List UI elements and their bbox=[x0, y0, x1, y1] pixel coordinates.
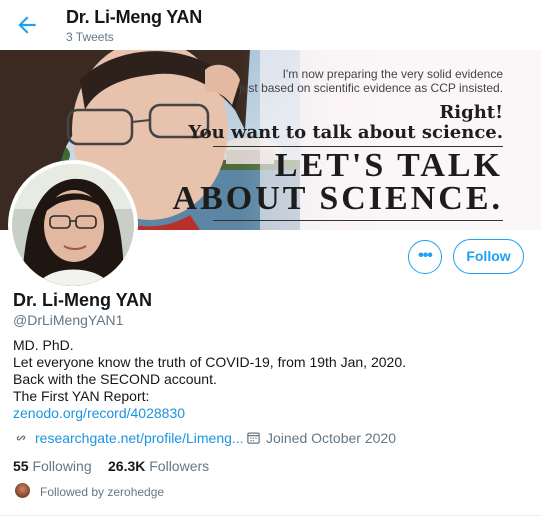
back-arrow-icon[interactable] bbox=[14, 12, 40, 38]
bio-link[interactable]: zenodo.org/record/4028830 bbox=[13, 405, 185, 421]
followed-by[interactable]: Followed by zerohedge bbox=[40, 485, 164, 499]
banner-text-line4: You want to talk about science. bbox=[188, 122, 503, 143]
joined-date: Joined October 2020 bbox=[266, 430, 396, 446]
tweet-count: 3 Tweets bbox=[66, 30, 114, 44]
banner-text-line1: I'm now preparing the very solid evidenc… bbox=[282, 67, 503, 81]
bio-line: The First YAN Report: bbox=[13, 388, 150, 404]
bio-line: Back with the SECOND account. bbox=[13, 371, 217, 387]
banner-text-line3: Right! bbox=[439, 102, 503, 123]
follower-avatar[interactable] bbox=[15, 483, 30, 498]
followers-count: 26.3K bbox=[108, 458, 146, 474]
followers-label: Followers bbox=[149, 458, 210, 474]
banner-text-line2: just based on scientific evidence as CCP… bbox=[239, 81, 503, 95]
website-link[interactable]: researchgate.net/profile/Limeng... bbox=[35, 430, 244, 446]
profile-name: Dr. Li-Meng YAN bbox=[13, 290, 153, 310]
followers-link[interactable]: 26.3K Followers bbox=[108, 458, 209, 474]
follow-button[interactable]: Follow bbox=[453, 239, 524, 274]
calendar-icon bbox=[246, 430, 261, 446]
banner-text-line6: ABOUT SCIENCE. bbox=[172, 180, 503, 217]
following-count: 55 bbox=[13, 458, 29, 474]
banner-rule-bottom bbox=[213, 220, 503, 221]
profile-handle: @DrLiMengYAN1 bbox=[13, 312, 124, 328]
more-icon[interactable]: ••• bbox=[408, 240, 442, 274]
bio-line: MD. PhD. bbox=[13, 337, 74, 353]
avatar[interactable] bbox=[12, 164, 134, 286]
link-icon bbox=[13, 430, 29, 446]
following-link[interactable]: 55 Following bbox=[13, 458, 92, 474]
following-label: Following bbox=[32, 458, 92, 474]
header-name: Dr. Li-Meng YAN bbox=[66, 7, 203, 27]
bio-line: Let everyone know the truth of COVID-19,… bbox=[13, 354, 406, 370]
top-bar: Dr. Li-Meng YAN 3 Tweets bbox=[0, 0, 541, 50]
